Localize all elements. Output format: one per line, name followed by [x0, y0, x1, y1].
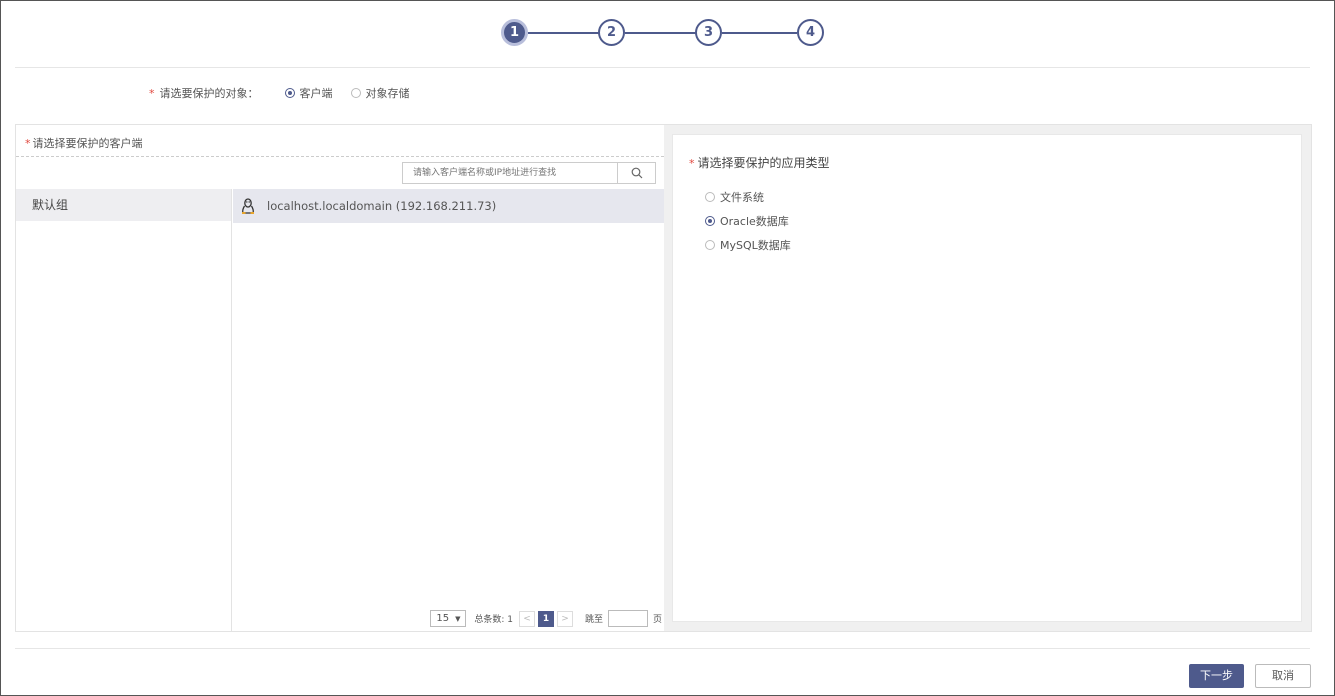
step-connector — [528, 32, 599, 34]
client-item[interactable]: localhost.localdomain (192.168.211.73) — [233, 189, 664, 223]
client-list: localhost.localdomain (192.168.211.73) 1… — [233, 189, 664, 631]
search-button[interactable] — [617, 163, 655, 183]
page-size-value: 15 — [436, 613, 450, 624]
page-size-select[interactable]: 15 ▼ — [430, 610, 467, 627]
dashed-divider — [16, 156, 664, 157]
wizard-frame: 1 2 3 4 * 请选要保护的对象： 客户端 对象存储 * 请选择要保护的客户端 — [0, 0, 1335, 696]
client-panel-title-text: 请选择要保护的客户端 — [32, 137, 143, 150]
group-list: 默认组 — [16, 189, 232, 631]
object-selection-row: * 请选要保护的对象： 客户端 对象存储 — [149, 85, 410, 101]
step-connector — [722, 32, 797, 34]
radio-dot — [705, 240, 715, 250]
total-count: 总条数: 1 — [474, 615, 513, 625]
step-4: 4 — [797, 19, 824, 46]
radio-label: Oracle数据库 — [720, 215, 789, 228]
radio-label: MySQL数据库 — [720, 239, 791, 252]
prev-page-button[interactable]: < — [518, 610, 535, 627]
radio-object-storage[interactable]: 对象存储 — [350, 85, 410, 101]
client-panel: *请选择要保护的客户端 默认组 — [16, 125, 664, 631]
current-page-button[interactable]: 1 — [537, 610, 554, 627]
client-search-input[interactable] — [403, 163, 617, 183]
cancel-button[interactable]: 取消 — [1255, 664, 1311, 688]
app-type-title: * 请选择要保护的应用类型 — [689, 154, 830, 171]
radio-file-system[interactable]: 文件系统 — [705, 185, 791, 209]
divider — [15, 67, 1310, 68]
step-1: 1 — [501, 19, 528, 46]
radio-dot — [705, 216, 715, 226]
jump-label: 跳至 — [584, 615, 603, 625]
next-button[interactable]: 下一步 — [1189, 664, 1244, 688]
radio-label: 客户端 — [299, 87, 333, 100]
group-item-default[interactable]: 默认组 — [16, 189, 231, 221]
client-label: localhost.localdomain (192.168.211.73) — [267, 199, 497, 213]
required-mark: * — [689, 157, 695, 170]
required-mark: * — [149, 86, 155, 100]
search-icon — [631, 167, 642, 179]
next-page-button[interactable]: > — [556, 610, 573, 627]
page-suffix: 页 — [652, 615, 662, 625]
app-type-panel: * 请选择要保护的应用类型 文件系统 Oracle数据库 MySQL数据库 — [672, 134, 1302, 622]
object-selection-label: 请选要保护的对象： — [159, 87, 259, 100]
radio-client[interactable]: 客户端 — [284, 85, 333, 101]
divider — [15, 648, 1310, 649]
radio-dot — [350, 88, 361, 98]
required-mark: * — [25, 137, 31, 150]
linux-icon — [242, 198, 254, 214]
radio-oracle[interactable]: Oracle数据库 — [705, 209, 791, 233]
app-type-title-text: 请选择要保护的应用类型 — [697, 156, 830, 170]
pagination: 15 ▼ 总条数: 1 < 1 > 跳至 页 — [430, 610, 662, 627]
stepper: 1 2 3 4 — [501, 19, 831, 47]
radio-label: 文件系统 — [720, 191, 764, 204]
radio-label: 对象存储 — [365, 87, 410, 100]
radio-dot — [284, 88, 295, 98]
radio-mysql[interactable]: MySQL数据库 — [705, 233, 791, 257]
client-panel-title: * 请选择要保护的客户端 — [25, 135, 143, 151]
client-search — [402, 162, 656, 184]
step-2: 2 — [598, 19, 625, 46]
caret-down-icon: ▼ — [455, 614, 461, 623]
main-panel: *请选择要保护的客户端 默认组 — [15, 124, 1312, 632]
app-type-options: 文件系统 Oracle数据库 MySQL数据库 — [705, 185, 791, 257]
radio-dot — [705, 192, 715, 202]
step-connector — [625, 32, 696, 34]
step-3: 3 — [695, 19, 722, 46]
jump-page-input[interactable] — [607, 610, 648, 627]
